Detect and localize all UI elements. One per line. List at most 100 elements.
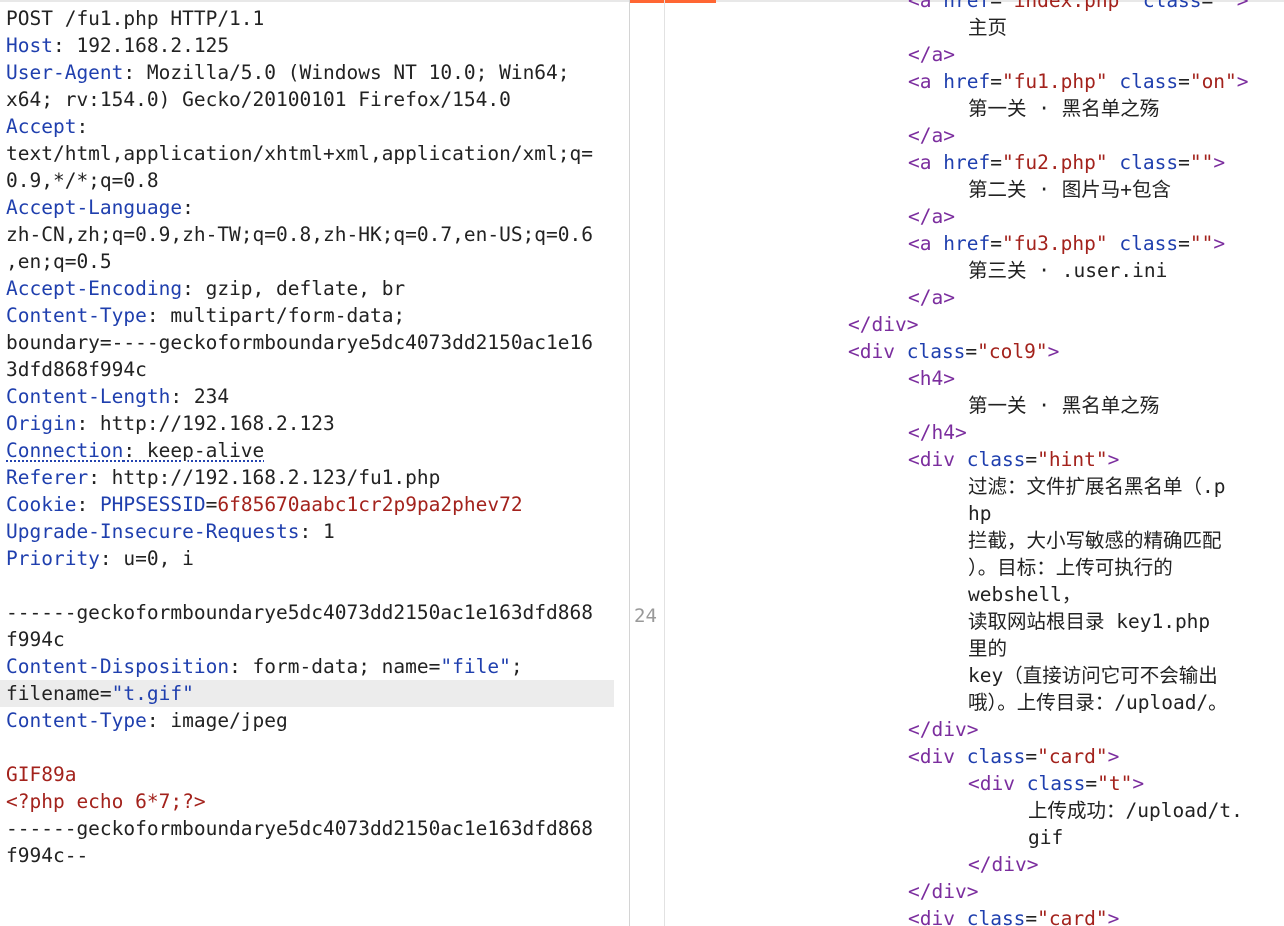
response-token: "on" xyxy=(1189,70,1237,93)
request-token: Priority xyxy=(6,547,100,570)
response-token: class xyxy=(966,745,1026,768)
response-line: <h4> xyxy=(668,365,1284,392)
response-token: 里的 xyxy=(968,637,1008,660)
response-line: </div> xyxy=(668,878,1284,905)
response-text[interactable]: <a href="index.php" class=""> 主页 </a> <a hr… xyxy=(668,0,1284,926)
response-token: a xyxy=(931,43,944,66)
response-token: "card" xyxy=(1037,745,1108,768)
request-token: : multipart/form-data; xyxy=(146,304,406,327)
response-token: a xyxy=(919,232,944,255)
response-token: = xyxy=(990,151,1002,174)
request-token: "t.gif" xyxy=(111,682,194,705)
response-line: 过滤：文件扩展名黑名单（.p xyxy=(668,473,1284,500)
request-token: ; xyxy=(510,655,523,678)
response-token: 读取网站根目录 key1.php xyxy=(968,610,1211,633)
response-token: > xyxy=(966,718,979,741)
response-token: class xyxy=(966,448,1026,471)
response-line: <a href="fu3.php" class=""> xyxy=(668,230,1284,257)
response-token: > xyxy=(1026,853,1039,876)
request-line: Accept-Encoding: gzip, deflate, br xyxy=(6,275,629,302)
response-line: </div> xyxy=(668,311,1284,338)
request-token: Content-Length xyxy=(6,385,171,408)
response-line: hp xyxy=(668,500,1284,527)
request-token: : keep-alive xyxy=(123,439,265,462)
response-token: 第三关 · .user.ini xyxy=(968,259,1168,282)
response-line: 第三关 · .user.ini xyxy=(668,257,1284,284)
response-token: </ xyxy=(908,124,932,147)
request-line: Connection: keep-alive xyxy=(6,437,629,464)
response-token: div xyxy=(991,853,1027,876)
request-line: Content-Type: image/jpeg xyxy=(6,707,629,734)
response-line: 第一关 · 黑名单之殇 xyxy=(668,95,1284,122)
response-line: <a href="index.php" class=""> xyxy=(668,0,1284,14)
response-line: </div> xyxy=(668,716,1284,743)
response-token: a xyxy=(919,70,944,93)
request-token: Accept xyxy=(6,115,77,138)
request-line xyxy=(6,572,629,599)
request-line: 3dfd868f994c xyxy=(6,356,629,383)
request-line: Content-Type: multipart/form-data; xyxy=(6,302,629,329)
response-token: "fu2.php" xyxy=(1001,151,1108,174)
response-token: 第一关 · 黑名单之殇 xyxy=(968,97,1160,120)
request-token: : image/jpeg xyxy=(146,709,288,732)
request-line: zh-CN,zh;q=0.9,zh-TW;q=0.8,zh-HK;q=0.7,e… xyxy=(6,221,629,248)
request-token: ,en;q=0.5 xyxy=(6,250,112,273)
response-token: div xyxy=(919,745,967,768)
response-line: </a> xyxy=(668,203,1284,230)
request-line: Upgrade-Insecure-Requests: 1 xyxy=(6,518,629,545)
request-line: f994c-- xyxy=(6,842,629,869)
request-text[interactable]: POST /fu1.php HTTP/1.1 Host: 192.168.2.12… xyxy=(0,5,629,869)
response-token: > xyxy=(1107,907,1120,926)
response-token: > xyxy=(1213,232,1226,255)
response-token: 主页 xyxy=(968,16,1008,39)
response-viewer-pane[interactable]: 24 <a href="index.php" class=""> 主页 </a> <a… xyxy=(630,0,1284,926)
response-token: a xyxy=(919,151,944,174)
response-token: key（直接访问它可不会输出 xyxy=(968,664,1218,687)
response-token: < xyxy=(908,907,920,926)
response-line: ）。目标：上传可执行的 xyxy=(668,554,1284,581)
response-line: 主页 xyxy=(668,14,1284,41)
response-token: hp xyxy=(968,502,992,525)
response-token: < xyxy=(968,772,980,795)
response-token: = xyxy=(1025,745,1038,768)
request-line: Accept: xyxy=(6,113,629,140)
response-token: 拦截，大小写敏感的精确匹配 xyxy=(968,529,1222,552)
response-token: < xyxy=(908,70,920,93)
request-token: Content-Disposition xyxy=(6,655,230,678)
response-token: class xyxy=(1026,772,1086,795)
response-token: class xyxy=(1107,232,1179,255)
response-token: gif xyxy=(1028,826,1064,849)
response-token: 第二关 · 图片马+包含 xyxy=(968,178,1171,201)
response-token: a xyxy=(931,205,944,228)
response-token: = xyxy=(1178,232,1190,255)
request-line: Content-Disposition: form-data; name="fi… xyxy=(6,653,629,680)
response-line: gif xyxy=(668,824,1284,851)
response-token: = xyxy=(990,70,1002,93)
request-line: f994c xyxy=(6,626,629,653)
response-token: class xyxy=(1131,0,1202,12)
response-token: > xyxy=(1236,0,1249,12)
response-line: <div class="card"> xyxy=(668,743,1284,770)
response-line: </a> xyxy=(668,122,1284,149)
request-token: Referer xyxy=(6,466,89,489)
request-line: Cookie: PHPSESSID=6f85670aabc1cr2p9pa2ph… xyxy=(6,491,629,518)
request-token: : xyxy=(182,196,194,219)
response-token: < xyxy=(848,340,860,363)
request-editor-pane[interactable]: POST /fu1.php HTTP/1.1 Host: 192.168.2.12… xyxy=(0,0,629,926)
response-token: class xyxy=(1107,70,1179,93)
request-token: <?php echo 6*7;?> xyxy=(6,790,206,813)
request-line xyxy=(6,734,629,761)
response-token: "fu3.php" xyxy=(1001,232,1108,255)
response-token: = xyxy=(1201,0,1214,12)
response-line: 里的 xyxy=(668,635,1284,662)
response-token: > xyxy=(1107,448,1120,471)
request-token: = xyxy=(205,493,218,516)
response-token: h4 xyxy=(931,421,955,444)
response-token: div xyxy=(931,718,967,741)
response-line: <div class="t"> xyxy=(668,770,1284,797)
response-token: a xyxy=(931,124,944,147)
request-line: x64; rv:154.0) Gecko/20100101 Firefox/15… xyxy=(6,86,629,113)
request-token: filename= xyxy=(6,682,112,705)
request-line: POST /fu1.php HTTP/1.1 xyxy=(6,5,629,32)
request-token: text/html,application/xhtml+xml,applicat… xyxy=(6,142,593,165)
